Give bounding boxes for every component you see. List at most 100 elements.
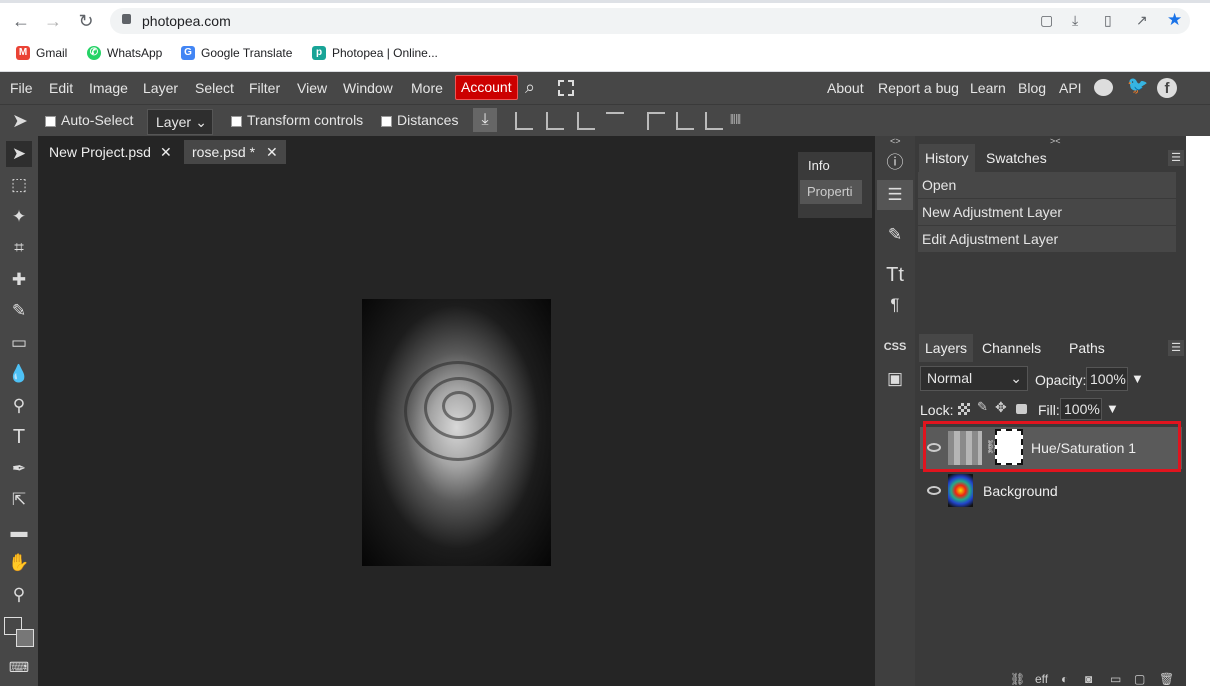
properties-tab[interactable]: Properti — [800, 180, 862, 204]
adjustment-layer-icon[interactable]: ◐ — [1061, 672, 1068, 686]
fill-input[interactable]: 100% — [1060, 398, 1102, 420]
align-top-icon[interactable] — [647, 112, 665, 130]
page-icon[interactable]: ▯ — [1104, 12, 1112, 29]
menu-layer[interactable]: Layer — [143, 80, 178, 96]
hand-tool-icon[interactable]: ✋ — [6, 550, 32, 576]
align-bottom-icon[interactable] — [705, 112, 723, 130]
visibility-eye-icon[interactable] — [927, 486, 941, 495]
blend-mode-select[interactable]: Normal ⌄ — [920, 366, 1028, 391]
layer-mask-icon[interactable]: ◙ — [1085, 672, 1092, 686]
bookmark-photopea[interactable]: p Photopea | Online... — [312, 44, 438, 62]
bookmark-google-translate[interactable]: G Google Translate — [181, 44, 292, 62]
menu-image[interactable]: Image — [89, 80, 128, 96]
character-icon[interactable]: Tt — [877, 260, 913, 290]
opacity-input[interactable]: 100% — [1086, 367, 1128, 391]
type-tool-icon[interactable]: T — [6, 424, 32, 450]
dodge-tool-icon[interactable]: ⚲ — [6, 393, 32, 419]
new-group-icon[interactable]: ▭ — [1110, 672, 1121, 686]
move-tool-icon[interactable]: ➤ — [6, 141, 32, 167]
search-icon[interactable]: ⌕ — [525, 77, 535, 98]
share-icon[interactable]: ↗ — [1136, 12, 1148, 29]
align-right-icon[interactable] — [577, 112, 595, 130]
keyboard-icon[interactable]: ⌨ — [6, 654, 32, 680]
info-icon[interactable]: ⓘ — [877, 148, 913, 178]
crop-tool-icon[interactable]: ⌗ — [6, 235, 32, 261]
pen-tool-icon[interactable]: ✒ — [6, 456, 32, 482]
lock-position-icon[interactable]: ✥ — [995, 399, 1007, 416]
menu-filter[interactable]: Filter — [249, 80, 280, 96]
layer-select-dropdown[interactable]: Layer ⌄ — [147, 109, 213, 135]
info-tab[interactable]: Info — [808, 158, 830, 173]
menu-select[interactable]: Select — [195, 80, 234, 96]
tab-history[interactable]: History — [919, 144, 975, 172]
tab-new-project[interactable]: New Project.psd ✕ — [41, 140, 180, 164]
address-bar[interactable]: photopea.com ▢ ⤓ ▯ ↗ ★ — [110, 8, 1190, 34]
tab-swatches[interactable]: Swatches — [980, 144, 1053, 172]
fill-dropdown-icon[interactable]: ▼ — [1106, 401, 1119, 416]
bookmark-star-icon[interactable]: ★ — [1167, 10, 1182, 30]
layer-row-background[interactable]: Background — [920, 470, 1182, 512]
forward-icon[interactable]: → — [42, 10, 64, 32]
tab-layers[interactable]: Layers — [919, 334, 974, 362]
menu-view[interactable]: View — [297, 80, 327, 96]
opacity-dropdown-icon[interactable]: ▼ — [1131, 371, 1144, 386]
back-icon[interactable]: ← — [10, 10, 32, 32]
layers-menu-icon[interactable]: ☰ — [1168, 340, 1184, 356]
delete-layer-icon[interactable]: 🗑 — [1159, 672, 1174, 686]
paragraph-icon[interactable]: ¶ — [877, 290, 913, 320]
link-learn[interactable]: Learn — [970, 80, 1006, 96]
layer-effects-icon[interactable]: eff — [1035, 672, 1048, 686]
auto-select-checkbox[interactable]: Auto-Select — [45, 112, 133, 128]
path-select-icon[interactable]: ⇱ — [6, 487, 32, 513]
new-layer-icon[interactable]: ▢ — [1134, 672, 1145, 686]
link-report-bug[interactable]: Report a bug — [878, 80, 959, 96]
fullscreen-icon[interactable] — [558, 80, 574, 96]
history-item-edit-adjustment-layer[interactable]: Edit Adjustment Layer — [918, 226, 1176, 253]
account-button[interactable]: Account — [455, 75, 518, 100]
menu-file[interactable]: File — [10, 80, 33, 96]
align-left-icon[interactable] — [515, 112, 533, 130]
collapse-arrows-icon[interactable]: <> — [890, 136, 901, 146]
align-center-h-icon[interactable] — [546, 112, 564, 130]
install-icon[interactable]: ⤓ — [1072, 12, 1078, 29]
distances-checkbox[interactable]: Distances — [381, 112, 458, 128]
link-layers-icon[interactable]: ⛓ — [1010, 672, 1025, 686]
lock-transparency-icon[interactable] — [958, 403, 970, 415]
link-api[interactable]: API — [1059, 80, 1082, 96]
menu-window[interactable]: Window — [343, 80, 393, 96]
close-icon[interactable]: ✕ — [160, 140, 172, 164]
clipboard-icon[interactable]: ▢ — [1040, 12, 1053, 29]
brush-settings-icon[interactable]: ✎ — [877, 220, 913, 250]
healing-brush-icon[interactable]: ✚ — [6, 267, 32, 293]
background-color-swatch[interactable] — [16, 629, 34, 647]
transform-controls-checkbox[interactable]: Transform controls — [231, 112, 363, 128]
bookmark-gmail[interactable]: M Gmail — [16, 44, 67, 62]
brush-tool-icon[interactable]: ✎ — [6, 298, 32, 324]
shape-tool-icon[interactable]: ▬ — [6, 519, 32, 545]
tab-paths[interactable]: Paths — [1063, 334, 1111, 362]
blur-tool-icon[interactable]: 💧 — [6, 361, 32, 387]
gradient-tool-icon[interactable]: ▭ — [6, 330, 32, 356]
align-middle-icon[interactable] — [676, 112, 694, 130]
bookmark-whatsapp[interactable]: ✆ WhatsApp — [87, 44, 162, 62]
link-blog[interactable]: Blog — [1018, 80, 1046, 96]
reddit-icon[interactable] — [1094, 79, 1113, 96]
document-image-rose[interactable] — [362, 299, 551, 566]
facebook-icon[interactable]: f — [1157, 78, 1177, 98]
image-icon[interactable]: ▣ — [877, 364, 913, 394]
menu-edit[interactable]: Edit — [49, 80, 73, 96]
zoom-tool-icon[interactable]: ⚲ — [6, 582, 32, 608]
distribute-h-icon[interactable] — [606, 112, 624, 130]
lock-pixels-icon[interactable]: ✎ — [977, 399, 988, 415]
download-icon[interactable]: ⤓ — [473, 108, 497, 132]
history-menu-icon[interactable]: ☰ — [1168, 150, 1184, 166]
history-item-open[interactable]: Open — [918, 172, 1176, 199]
menu-more[interactable]: More — [411, 80, 443, 96]
twitter-icon[interactable]: 🐦 — [1127, 76, 1148, 96]
magic-wand-icon[interactable]: ✦ — [6, 204, 32, 230]
link-about[interactable]: About — [827, 80, 864, 96]
tab-channels[interactable]: Channels — [976, 334, 1047, 362]
close-icon[interactable]: ✕ — [266, 140, 278, 164]
distribute-v-icon[interactable]: ⫴⫴ — [730, 112, 741, 128]
reload-icon[interactable]: ↻ — [75, 10, 97, 32]
